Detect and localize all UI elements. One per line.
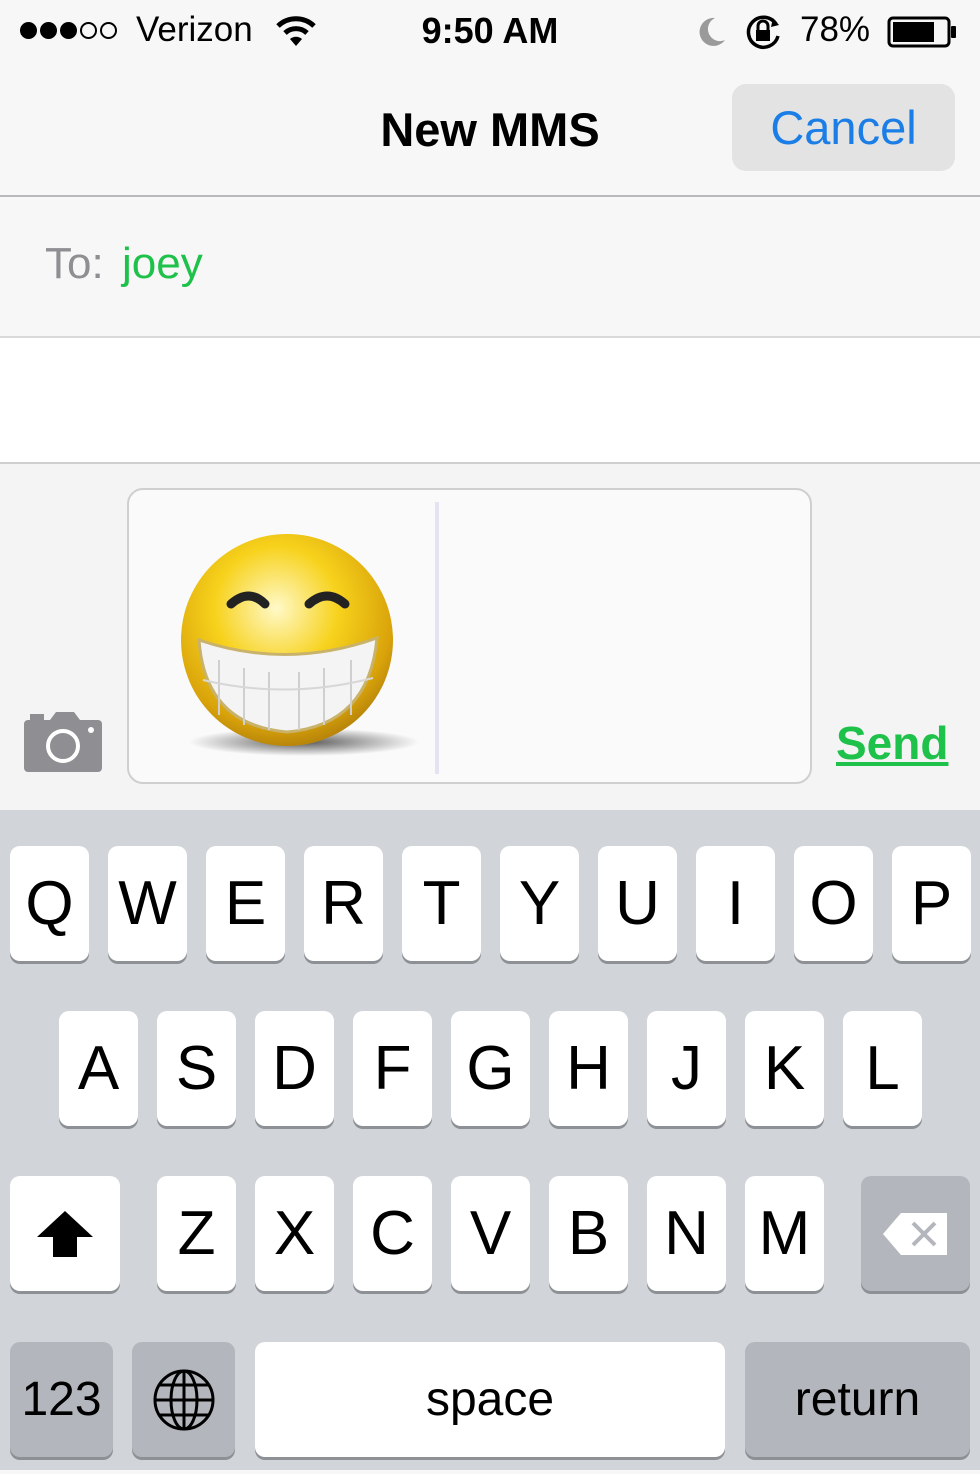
text-cursor xyxy=(435,502,439,774)
key-w[interactable]: W xyxy=(108,846,187,961)
camera-icon[interactable] xyxy=(24,712,102,772)
key-h[interactable]: H xyxy=(549,1011,628,1126)
smiley-face-image xyxy=(181,534,419,756)
globe-key[interactable] xyxy=(132,1342,235,1457)
space-key[interactable]: space xyxy=(255,1342,725,1457)
numbers-key[interactable]: 123 xyxy=(10,1342,113,1457)
to-label: To: xyxy=(45,239,104,288)
key-l[interactable]: L xyxy=(843,1011,922,1126)
key-f[interactable]: F xyxy=(353,1011,432,1126)
key-c[interactable]: C xyxy=(353,1176,432,1291)
key-n[interactable]: N xyxy=(647,1176,726,1291)
cancel-button[interactable]: Cancel xyxy=(732,84,955,171)
navigation-bar: New MMS Cancel xyxy=(0,66,980,197)
send-button[interactable]: Send xyxy=(836,716,948,770)
return-key[interactable]: return xyxy=(745,1342,970,1457)
delete-key[interactable] xyxy=(861,1176,970,1291)
compose-bar: Send xyxy=(0,464,980,810)
backspace-icon xyxy=(882,1213,947,1255)
key-d[interactable]: D xyxy=(255,1011,334,1126)
key-p[interactable]: P xyxy=(892,846,971,961)
key-r[interactable]: R xyxy=(304,846,383,961)
key-i[interactable]: I xyxy=(696,846,775,961)
globe-icon xyxy=(153,1369,214,1431)
key-g[interactable]: G xyxy=(451,1011,530,1126)
status-bar: Verizon 9:50 AM 78% xyxy=(0,0,980,66)
key-s[interactable]: S xyxy=(157,1011,236,1126)
moon-icon xyxy=(699,17,725,46)
recipient-field[interactable]: To: joey xyxy=(0,197,980,338)
key-v[interactable]: V xyxy=(451,1176,530,1291)
key-a[interactable]: A xyxy=(59,1011,138,1126)
orientation-lock-icon xyxy=(746,15,780,49)
recipient-name[interactable]: joey xyxy=(122,239,203,289)
key-z[interactable]: Z xyxy=(157,1176,236,1291)
key-y[interactable]: Y xyxy=(500,846,579,961)
shift-key[interactable] xyxy=(10,1176,120,1291)
key-x[interactable]: X xyxy=(255,1176,334,1291)
key-e[interactable]: E xyxy=(206,846,285,961)
keyboard: Q W E R T Y U I O P A S D F G H J K L Z … xyxy=(0,810,980,1470)
key-k[interactable]: K xyxy=(745,1011,824,1126)
battery-percent: 78% xyxy=(800,10,871,49)
shift-icon xyxy=(37,1211,93,1257)
key-q[interactable]: Q xyxy=(10,846,89,961)
key-t[interactable]: T xyxy=(402,846,481,961)
key-u[interactable]: U xyxy=(598,846,677,961)
message-area xyxy=(0,338,980,464)
key-j[interactable]: J xyxy=(647,1011,726,1126)
key-m[interactable]: M xyxy=(745,1176,824,1291)
key-o[interactable]: O xyxy=(794,846,873,961)
message-input[interactable] xyxy=(127,488,812,784)
battery-icon xyxy=(887,16,956,48)
key-b[interactable]: B xyxy=(549,1176,628,1291)
